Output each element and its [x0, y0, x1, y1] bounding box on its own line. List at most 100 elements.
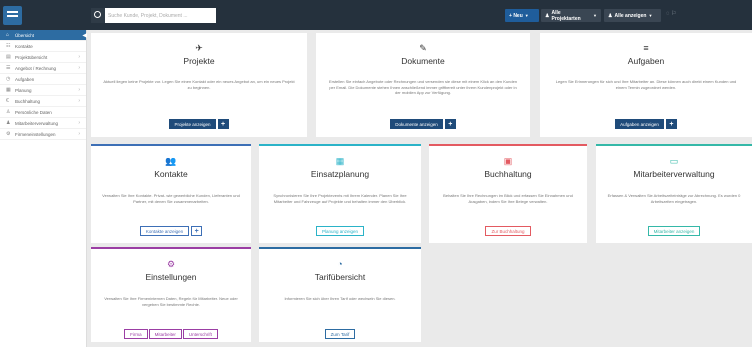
employee-settings-button[interactable]: Mitarbeiter	[148, 329, 182, 339]
card-einsatzplanung: ▦ Einsatzplanung Synchronisieren Sie Ihr…	[259, 144, 421, 243]
card-title: Projekte	[183, 56, 215, 66]
card-title: Dokumente	[401, 56, 445, 66]
card-title: Mitarbeiterverwaltung	[633, 169, 715, 179]
gear-icon: ⚙	[6, 131, 11, 137]
card-description: Verwalten Sie Ihre Kontakte. Privat- wie…	[102, 193, 240, 204]
chevron-right-icon: ›	[78, 54, 80, 60]
project-types-dropdown[interactable]: ♟ Alle Projektarten ▼	[541, 9, 601, 22]
search-box	[91, 8, 216, 23]
active-arrow-icon: ◀	[82, 32, 87, 39]
show-contacts-button[interactable]: Kontakte anzeigen	[139, 226, 190, 236]
card-description: Informieren Sie sich über Ihren Tarif od…	[284, 296, 396, 301]
sidebar-item-label: Persönliche Daten	[15, 109, 52, 115]
sidebar-item-planung[interactable]: ▦ Planung ›	[0, 85, 86, 96]
calendar-icon: ▦	[6, 87, 11, 93]
person-icon: ♙	[6, 109, 11, 115]
sidebar-item-label: Projektübersicht	[15, 54, 48, 60]
gear-icon: ⚙	[166, 259, 176, 269]
chevron-down-icon: ▼	[593, 13, 597, 18]
sidebar-item-buchhaltung[interactable]: € Buchhaltung ›	[0, 96, 86, 107]
sidebar-item-aufgaben[interactable]: ◷ Aufgaben	[0, 74, 86, 85]
search-input[interactable]	[105, 8, 216, 23]
card-projekte: ✈ Projekte Aktuell liegen keine Projekte…	[91, 33, 307, 137]
card-title: Tarifübersicht	[314, 272, 366, 282]
card-title: Buchhaltung	[484, 169, 532, 179]
book-icon: ▣	[503, 156, 513, 166]
sidebar-item-label: Aufgaben	[15, 76, 35, 82]
add-document-button[interactable]: +	[444, 119, 456, 129]
show-documents-button[interactable]: Dokumente anzeigen	[390, 119, 443, 129]
euro-icon: €	[6, 98, 9, 104]
sidebar-item-persoenliche-daten[interactable]: ♙ Persönliche Daten	[0, 107, 86, 118]
sidebar-item-angebot-rechnung[interactable]: ☰ Angebot / Rechnung ›	[0, 63, 86, 74]
tariff-icon: ◔	[337, 259, 343, 269]
card-aufgaben: ≡ Aufgaben Legen Sie Erinnerungen für si…	[540, 33, 752, 137]
card-description: Aktuell liegen keine Projekte vor. Legen…	[103, 79, 295, 90]
calendar-icon: ▦	[335, 156, 345, 166]
user-icon: ♟	[545, 12, 550, 19]
contacts-icon: ☷	[6, 43, 11, 49]
show-planning-button[interactable]: Planung anzeigen	[315, 226, 365, 236]
chevron-right-icon: ›	[78, 120, 80, 126]
show-tasks-button[interactable]: Aufgaben anzeigen	[615, 119, 664, 129]
card-description: Legen Sie Erinnerungen für sich und Ihre…	[555, 79, 737, 90]
clock-icon: ◷	[6, 76, 11, 82]
chevron-right-icon: ›	[78, 87, 80, 93]
card-title: Einstellungen	[145, 272, 197, 282]
sidebar-item-mitarbeiterverwaltung[interactable]: ♟ Mitarbeiterverwaltung ›	[0, 118, 86, 129]
new-button[interactable]: + Neu ▼	[505, 9, 539, 22]
chevron-down-icon: ▼	[648, 13, 653, 18]
sidebar-item-firmeneinstellungen[interactable]: ⚙ Firmeneinstellungen ›	[0, 129, 86, 140]
sidebar-item-kontakte[interactable]: ☷ Kontakte	[0, 41, 86, 52]
card-title: Einsatzplanung	[310, 169, 370, 179]
sidebar-item-label: Mitarbeiterverwaltung	[15, 120, 59, 126]
sidebar-item-label: Firmeneinstellungen	[15, 131, 56, 137]
user-icon: ♟	[608, 12, 613, 19]
sidebar: ⌂ Übersicht ◀ ☷ Kontakte ▤ Projektübersicht ›…	[0, 30, 87, 347]
chevron-right-icon: ›	[78, 65, 80, 71]
sidebar-item-label: Buchhaltung	[15, 98, 41, 104]
show-projects-button[interactable]: Projekte anzeigen	[169, 119, 216, 129]
add-project-button[interactable]: +	[217, 119, 229, 129]
document-icon: ☰	[6, 65, 11, 71]
go-to-accounting-button[interactable]: Zur Buchhaltung	[485, 226, 531, 236]
card-buchhaltung: ▣ Buchhaltung Behalten Sie Ihre Rechnung…	[429, 144, 587, 243]
card-mitarbeiterverwaltung: ▭ Mitarbeiterverwaltung Erfassen & Verwa…	[596, 144, 752, 243]
sidebar-item-label: Kontakte	[15, 43, 33, 49]
card-dokumente: ✎ Dokumente Erstellen Sie einfach Angebo…	[316, 33, 530, 137]
card-title: Kontakte	[154, 169, 188, 179]
sidebar-item-projektuebersicht[interactable]: ▤ Projektübersicht ›	[0, 52, 86, 63]
top-bar: + Neu▼ ♟Alle Projektarten▼ ♟Alle anzeige…	[0, 0, 752, 30]
card-description: Erfassen & Verwalten Sie Arbeitszeiteint…	[607, 193, 741, 204]
card-description: Verwalten Sie Ihre Firmeninternen Daten,…	[104, 296, 238, 307]
add-contact-button[interactable]: +	[191, 226, 203, 236]
card-description: Erstellen Sie einfach Angebote oder Rech…	[328, 79, 518, 95]
id-card-icon: ▭	[669, 156, 679, 166]
chevron-right-icon: ›	[78, 98, 80, 104]
signature-settings-button[interactable]: Unterschrift	[182, 329, 218, 339]
plane-icon: ✈	[195, 43, 203, 53]
home-icon: ⌂	[6, 32, 10, 38]
sidebar-item-label: Übersicht	[15, 32, 35, 38]
employees-icon: ♟	[6, 120, 11, 126]
folder-icon: ▤	[6, 54, 11, 60]
add-task-button[interactable]: +	[665, 119, 677, 129]
show-all-dropdown[interactable]: ♟ Alle anzeigen ▼	[604, 9, 661, 22]
chevron-down-icon: ▼	[524, 13, 529, 18]
search-icon[interactable]	[91, 8, 105, 23]
card-description: Synchronisieren Sie Ihre Projektevents m…	[273, 193, 407, 204]
sidebar-item-label: Angebot / Rechnung	[15, 65, 57, 71]
card-title: Aufgaben	[627, 56, 665, 66]
notification-icons[interactable]: ◌ ⚐	[666, 10, 677, 17]
go-to-tariff-button[interactable]: Zum Tarif	[324, 329, 356, 339]
users-icon: 👥	[165, 156, 177, 166]
show-employees-button[interactable]: Mitarbeiter anzeigen	[647, 226, 701, 236]
company-settings-button[interactable]: Firma	[124, 329, 148, 339]
card-kontakte: 👥 Kontakte Verwalten Sie Ihre Kontakte. …	[91, 144, 251, 243]
menu-logo-icon[interactable]	[3, 6, 22, 25]
sidebar-item-uebersicht[interactable]: ⌂ Übersicht ◀	[0, 30, 87, 41]
edit-icon: ✎	[419, 43, 427, 53]
card-einstellungen: ⚙ Einstellungen Verwalten Sie Ihre Firme…	[91, 247, 251, 342]
card-tarifuebersicht: ◔ Tarifübersicht Informieren Sie sich üb…	[259, 247, 421, 342]
list-icon: ≡	[643, 43, 649, 53]
